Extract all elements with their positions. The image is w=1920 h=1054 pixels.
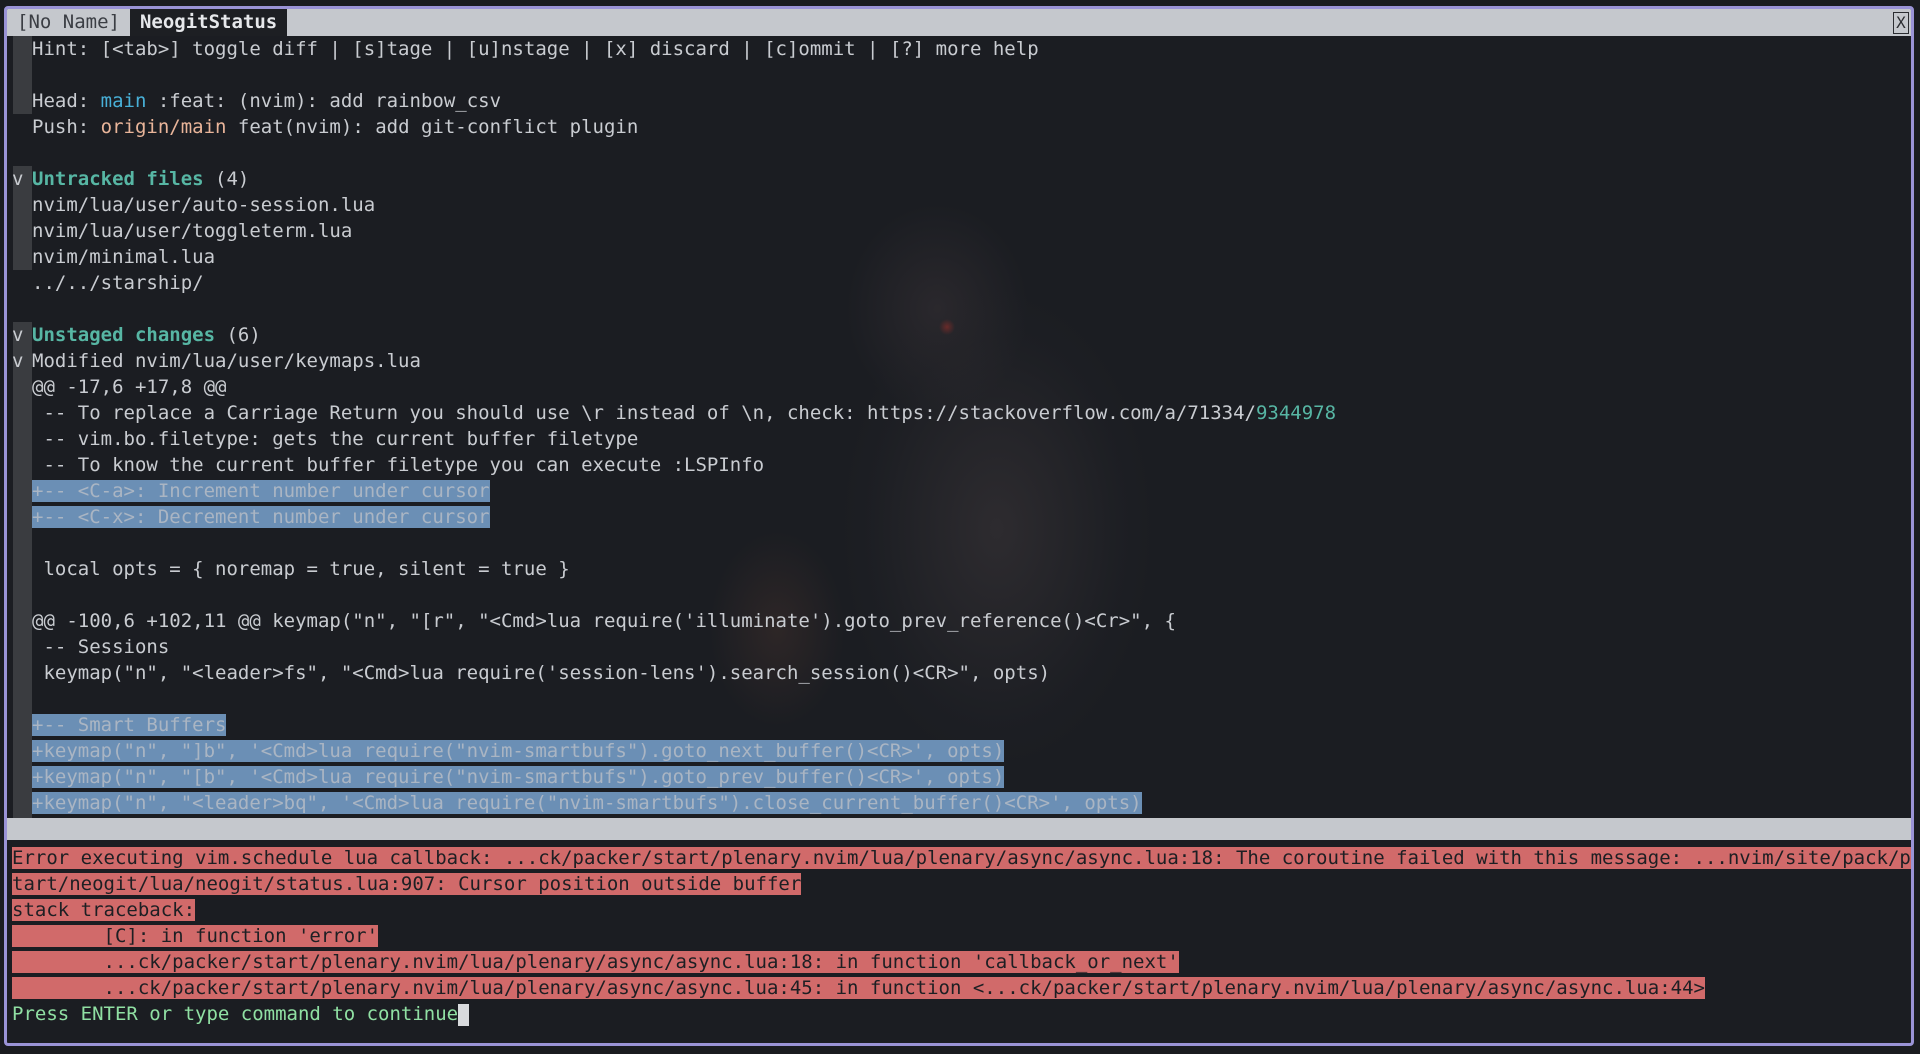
text-cursor <box>458 1003 470 1026</box>
url-link[interactable]: 9344978 <box>1256 402 1336 424</box>
close-tab-button[interactable]: X <box>1893 11 1909 34</box>
modified-file[interactable]: v Modified nvim/lua/user/keymaps.lua <box>7 348 421 374</box>
untracked-file[interactable]: nvim/lua/user/toggleterm.lua <box>7 218 352 244</box>
error-message: tart/neogit/lua/neogit/status.lua:907: C… <box>12 873 802 895</box>
fold-chevron-icon[interactable]: v <box>7 348 32 374</box>
diff-added-line: +keymap("n", "[b", '<Cmd>lua require("nv… <box>32 766 1005 788</box>
tab-neogit-status[interactable]: NeogitStatus <box>129 9 288 36</box>
statusline <box>7 818 1911 840</box>
continue-prompt[interactable]: Press ENTER or type command to continue <box>12 1001 470 1027</box>
tabline: [No Name] NeogitStatus X <box>7 9 1911 36</box>
diff-context-line: keymap("n", "<leader>fs", "<Cmd>lua requ… <box>32 662 1051 684</box>
hunk-header[interactable]: @@ -100,6 +102,11 @@ keymap("n", "[r", "… <box>7 608 1176 634</box>
error-message: ...ck/packer/start/plenary.nvim/lua/plen… <box>12 951 1179 973</box>
diff-context-line: -- To know the current buffer filetype y… <box>32 454 765 476</box>
hint-line: Hint: [<tab>] toggle diff | [s]tage | [u… <box>32 38 1039 60</box>
hunk-header[interactable]: @@ -17,6 +17,8 @@ <box>7 374 226 400</box>
push-line: Push: origin/main feat(nvim): add git-co… <box>32 116 639 138</box>
diff-context-line: -- To replace a Carriage Return you shou… <box>32 402 1337 424</box>
untracked-file[interactable]: nvim/lua/user/auto-session.lua <box>7 192 375 218</box>
fold-chevron-icon[interactable]: v <box>7 166 32 192</box>
head-line: Head: main :feat: (nvim): add rainbow_cs… <box>32 90 502 112</box>
terminal-window: [No Name] NeogitStatus X Hint: [<tab>] t… <box>4 6 1914 1046</box>
diff-context-line: local opts = { noremap = true, silent = … <box>32 558 570 580</box>
untracked-section-header[interactable]: v Untracked files (4) <box>7 166 249 192</box>
diff-added-line: +-- Smart Buffers <box>32 714 227 736</box>
tab-no-name[interactable]: [No Name] <box>7 9 130 36</box>
diff-context-line: -- Sessions <box>32 636 170 658</box>
diff-added-line: +keymap("n", "]b", '<Cmd>lua require("nv… <box>32 740 1005 762</box>
fold-chevron-icon[interactable]: v <box>7 322 32 348</box>
diff-added-line: +keymap("n", "<leader>bq", '<Cmd>lua req… <box>32 792 1142 814</box>
error-message: stack traceback: <box>12 899 196 921</box>
diff-context-line: -- vim.bo.filetype: gets the current buf… <box>32 428 639 450</box>
unstaged-section-header[interactable]: v Unstaged changes (6) <box>7 322 261 348</box>
head-branch: main <box>100 90 147 112</box>
error-message: ...ck/packer/start/plenary.nvim/lua/plen… <box>12 977 1705 999</box>
error-message: Error executing vim.schedule lua callbac… <box>12 847 1911 869</box>
diff-added-line: +-- <C-x>: Decrement number under cursor <box>32 506 490 528</box>
push-branch: origin/main <box>100 116 227 138</box>
untracked-file[interactable]: nvim/minimal.lua <box>7 244 215 270</box>
error-message: [C]: in function 'error' <box>12 925 379 947</box>
untracked-file[interactable]: ../../starship/ <box>7 270 204 296</box>
diff-added-line: +-- <C-a>: Increment number under cursor <box>32 480 490 502</box>
